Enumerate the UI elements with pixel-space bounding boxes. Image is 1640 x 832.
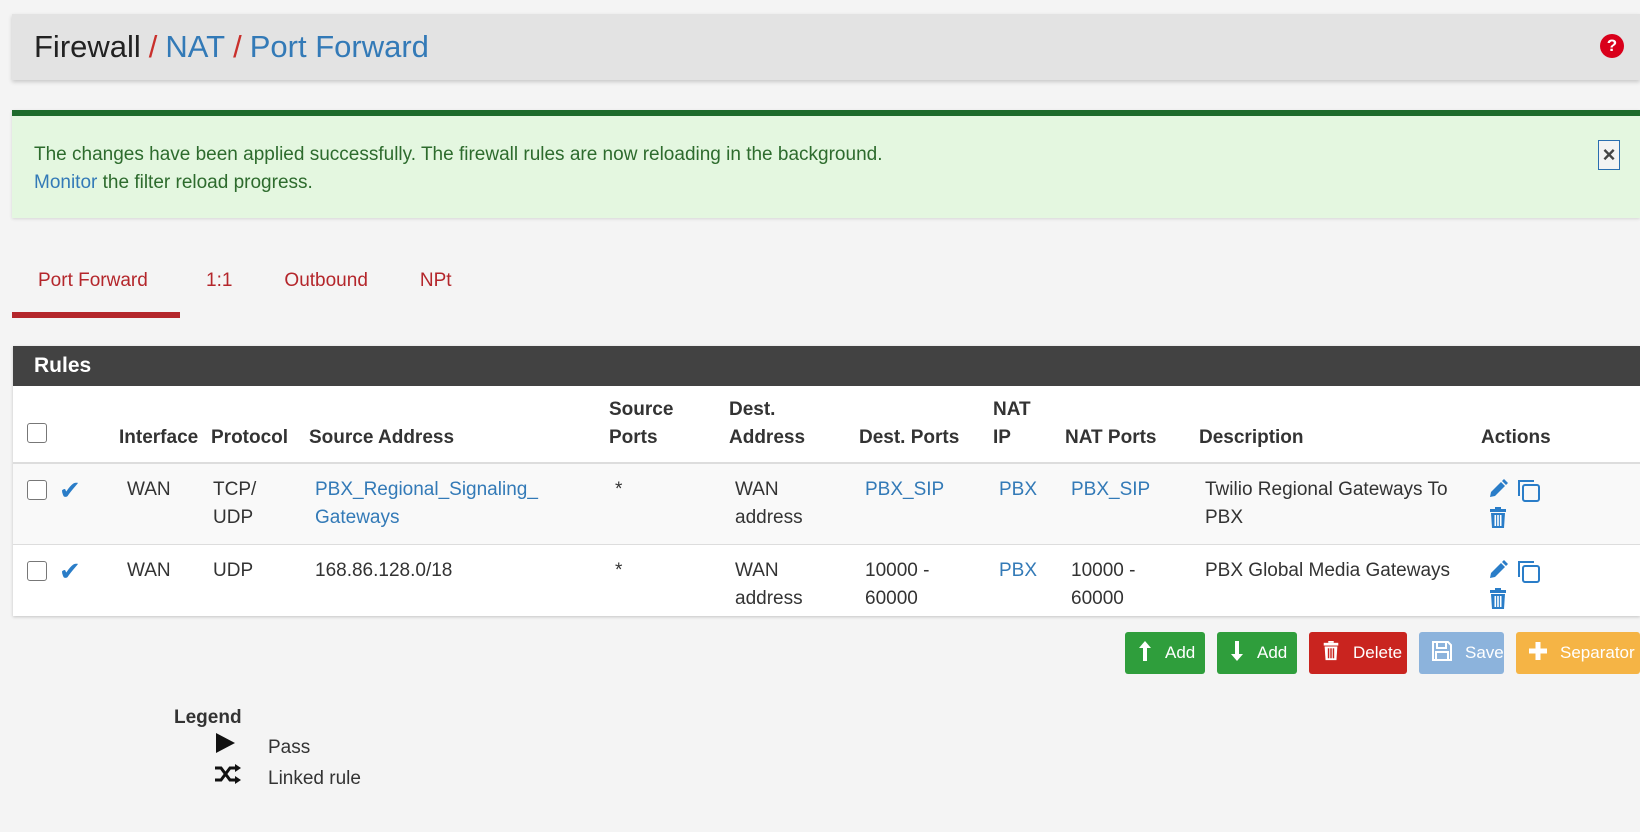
cell-source-address: 168.86.128.0/18: [315, 560, 453, 581]
legend-pass-label: Pass: [268, 736, 311, 758]
cell-source-address-link[interactable]: PBX_Regional_Signaling_ Gateways: [315, 479, 538, 528]
cell-nat-ports-link[interactable]: PBX_SIP: [1071, 479, 1150, 500]
col-nat-ip: NAT IP: [987, 386, 1059, 464]
legend: Legend Pass Linked rule: [174, 704, 361, 794]
add-bottom-button[interactable]: Add: [1217, 632, 1297, 674]
cell-protocol: TCP/ UDP: [205, 463, 303, 545]
cell-protocol: UDP: [213, 560, 254, 581]
breadcrumb-separator: /: [233, 29, 242, 64]
play-icon: [214, 732, 244, 763]
cell-nat-ports: 10000 - 60000: [1071, 560, 1136, 609]
nat-tabs: Port Forward 1:1 Outbound NPt: [12, 258, 478, 318]
breadcrumb-nat[interactable]: NAT: [165, 29, 225, 65]
alert-secondary-line: Monitor the filter reload progress.: [34, 169, 1618, 197]
add-bottom-label: Add: [1257, 643, 1288, 662]
cell-description: Twilio Regional Gateways To PBX: [1193, 463, 1475, 545]
col-protocol: Protocol: [205, 386, 303, 464]
cell-source-ports: *: [603, 463, 723, 545]
separator-label: Separator: [1560, 643, 1635, 662]
trash-icon[interactable]: [1487, 587, 1511, 611]
help-icon[interactable]: ?: [1600, 34, 1624, 58]
trash-icon: [1321, 640, 1341, 667]
panel-title: Rules: [13, 346, 1640, 386]
cell-interface: WAN: [113, 463, 205, 545]
page-header: Firewall / NAT / Port Forward ?: [12, 14, 1640, 80]
cell-source-ports: *: [615, 560, 623, 581]
cell-dest-address: WAN address: [723, 463, 853, 545]
col-actions: Actions: [1475, 386, 1640, 464]
table-header-row: Interface Protocol Source Address Source…: [13, 386, 1640, 464]
shuffle-icon: [214, 763, 244, 794]
select-all-checkbox[interactable]: [27, 423, 47, 443]
col-dest-address: Dest. Address: [723, 386, 853, 464]
success-alert: The changes have been applied successful…: [12, 110, 1640, 218]
rules-table: Interface Protocol Source Address Source…: [13, 386, 1640, 625]
arrow-down-icon: [1229, 640, 1245, 667]
copy-icon[interactable]: [1516, 559, 1541, 583]
breadcrumb-firewall: Firewall: [34, 29, 141, 64]
save-button[interactable]: Save: [1419, 632, 1504, 674]
tab-one-to-one[interactable]: 1:1: [180, 258, 258, 318]
cell-nat-ip-link[interactable]: PBX: [999, 479, 1037, 500]
tab-outbound[interactable]: Outbound: [258, 258, 393, 318]
rules-panel: Rules Interface Protocol Source Address …: [13, 346, 1640, 616]
cell-dest-ports: 10000 - 60000: [865, 560, 930, 609]
cell-dest-address: WAN address: [735, 560, 803, 609]
add-top-label: Add: [1165, 643, 1196, 662]
breadcrumb-port-forward[interactable]: Port Forward: [250, 29, 429, 65]
floppy-disk-icon: [1431, 640, 1453, 667]
plus-icon: [1528, 641, 1548, 666]
pencil-icon[interactable]: [1487, 559, 1511, 583]
col-interface: Interface: [113, 386, 205, 464]
col-source-ports: Source Ports: [603, 386, 723, 464]
table-row: ✔ WAN TCP/ UDP PBX_Regional_Signaling_ G…: [13, 463, 1640, 545]
check-icon[interactable]: ✔: [59, 556, 81, 586]
cell-interface: WAN: [127, 560, 171, 581]
tab-npt[interactable]: NPt: [394, 258, 478, 318]
legend-linked-label: Linked rule: [268, 767, 361, 789]
copy-icon[interactable]: [1516, 478, 1541, 502]
trash-icon[interactable]: [1487, 506, 1511, 530]
cell-description: PBX Global Media Gateways: [1205, 560, 1451, 581]
tab-port-forward[interactable]: Port Forward: [12, 258, 180, 318]
col-dest-ports: Dest. Ports: [853, 386, 987, 464]
cell-nat-ip-link[interactable]: PBX: [999, 560, 1037, 581]
legend-pass: Pass: [214, 732, 361, 763]
delete-label: Delete: [1353, 643, 1403, 662]
legend-linked: Linked rule: [214, 763, 361, 794]
col-description: Description: [1193, 386, 1475, 464]
monitor-link[interactable]: Monitor: [34, 172, 97, 193]
alert-message: The changes have been applied successful…: [34, 144, 883, 165]
col-nat-ports: NAT Ports: [1059, 386, 1193, 464]
separator-button[interactable]: Separator: [1516, 632, 1640, 674]
arrow-up-icon: [1137, 640, 1153, 667]
action-buttons: Add Add Delete Save Separator: [1125, 632, 1640, 674]
breadcrumb-separator: /: [148, 29, 158, 64]
check-icon[interactable]: ✔: [59, 475, 81, 505]
cell-dest-ports-link[interactable]: PBX_SIP: [865, 479, 944, 500]
alert-line2-text: the filter reload progress.: [97, 172, 313, 193]
close-icon[interactable]: ×: [1598, 140, 1620, 170]
row-checkbox[interactable]: [27, 561, 47, 581]
pencil-icon[interactable]: [1487, 478, 1511, 502]
table-row: ✔ WAN UDP 168.86.128.0/18 * WAN address …: [13, 545, 1640, 626]
delete-button[interactable]: Delete: [1309, 632, 1407, 674]
save-label: Save: [1465, 643, 1504, 662]
col-source-address: Source Address: [303, 386, 603, 464]
row-checkbox[interactable]: [27, 480, 47, 500]
legend-title: Legend: [174, 707, 242, 728]
add-top-button[interactable]: Add: [1125, 632, 1205, 674]
